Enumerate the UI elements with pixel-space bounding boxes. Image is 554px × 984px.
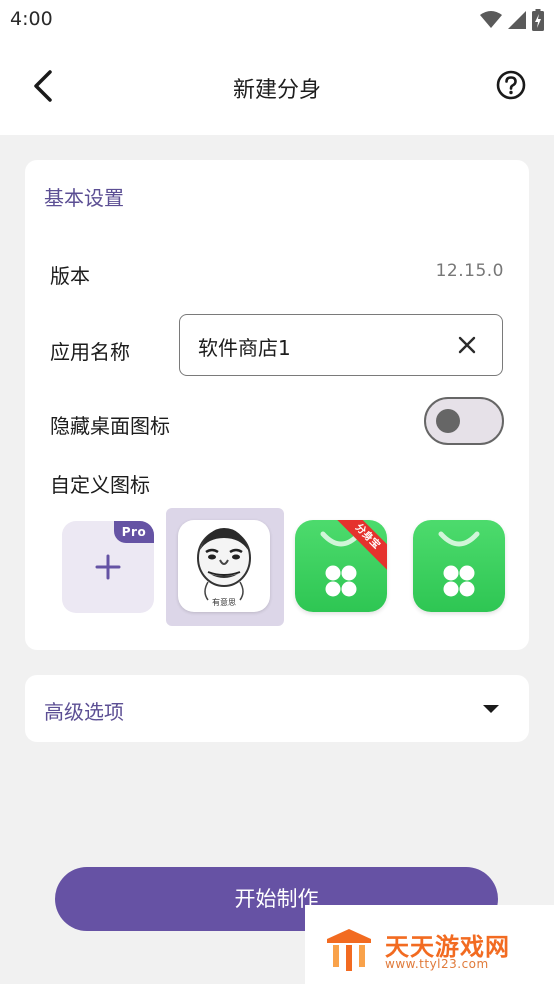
watermark: 天天游戏网 www.ttyl23.com <box>305 905 554 984</box>
page-title: 新建分身 <box>232 78 321 103</box>
hide-icon-toggle[interactable] <box>424 397 504 445</box>
shopping-bag-clover-icon <box>438 531 480 597</box>
pro-badge: Pro <box>114 521 154 543</box>
version-value: 12.15.0 <box>435 261 504 281</box>
hide-icon-label: 隐藏桌面图标 <box>50 414 170 438</box>
plus-icon <box>95 554 121 580</box>
watermark-logo-icon <box>327 929 371 971</box>
status-time: 4:00 <box>10 8 53 30</box>
advanced-options-title: 高级选项 <box>44 700 124 724</box>
signal-icon <box>508 11 526 29</box>
app-name-value[interactable]: 软件商店1 <box>198 332 291 361</box>
clear-button[interactable] <box>456 334 478 356</box>
app-name-label: 应用名称 <box>50 340 130 364</box>
basic-settings-title: 基本设置 <box>44 186 124 210</box>
meme-face-icon: 有意思 <box>178 520 270 612</box>
help-button[interactable] <box>496 70 526 100</box>
add-custom-icon-button[interactable]: Pro <box>62 521 154 613</box>
app-store-clone-icon: 分身宝 <box>295 520 387 612</box>
icon-option-store[interactable] <box>401 508 519 626</box>
basic-settings-card: 基本设置 版本 12.15.0 应用名称 软件商店1 隐藏桌面图标 自定义图标 … <box>25 160 529 650</box>
version-label: 版本 <box>50 264 90 288</box>
icon-options-row: Pro 有意思 分身宝 <box>25 508 529 626</box>
watermark-url: www.ttyl23.com <box>385 957 489 971</box>
wifi-icon <box>480 11 502 28</box>
custom-icon-label: 自定义图标 <box>50 473 150 497</box>
help-circle-icon <box>496 70 526 100</box>
app-store-icon <box>413 520 505 612</box>
app-name-field[interactable]: 软件商店1 <box>179 314 503 376</box>
toggle-knob <box>436 409 460 433</box>
app-bar: 新建分身 <box>0 40 554 135</box>
meme-caption: 有意思 <box>212 598 236 607</box>
icon-option-meme[interactable]: 有意思 <box>166 508 284 626</box>
dropdown-arrow-icon <box>483 705 499 713</box>
status-bar: 4:00 <box>0 0 554 40</box>
close-icon <box>458 336 476 354</box>
battery-icon <box>532 9 544 31</box>
status-icons <box>480 9 544 31</box>
icon-option-store-clone[interactable]: 分身宝 <box>283 508 401 626</box>
advanced-options-header[interactable]: 高级选项 <box>25 675 529 742</box>
